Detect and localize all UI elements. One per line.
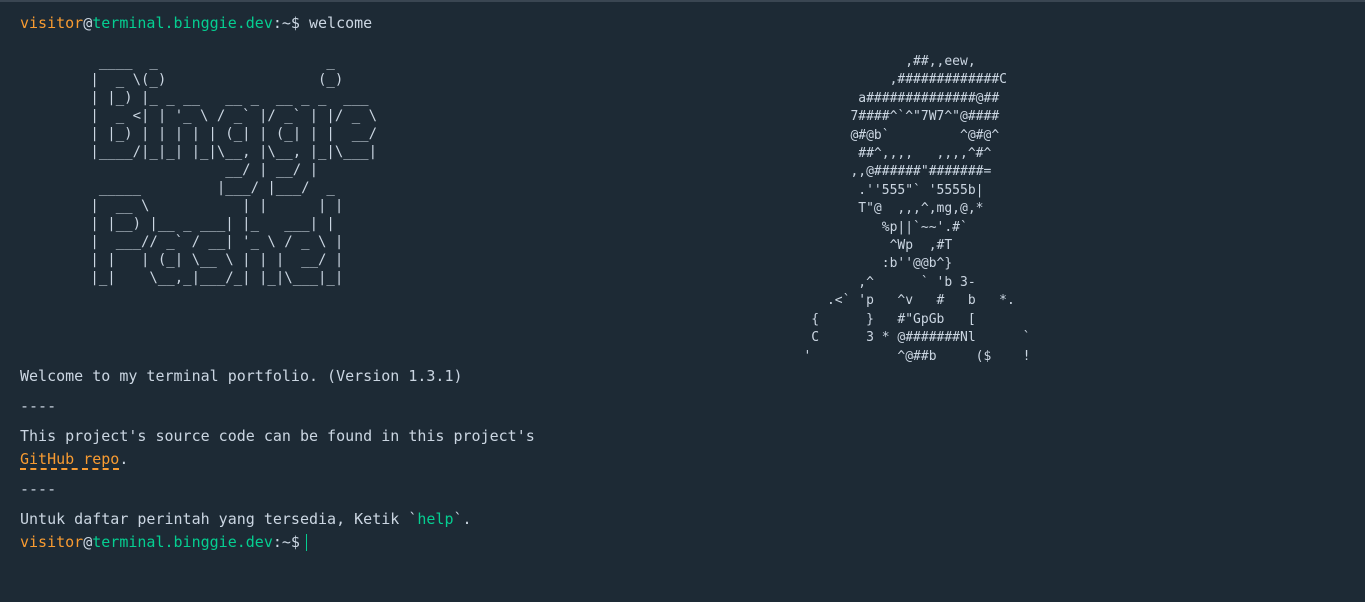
help-prefix: Untuk daftar perintah yang tersedia, Ket… [20,510,418,528]
active-prompt-line: visitor@terminal.binggie.dev:~$ [20,531,1350,554]
prompt-path: :~$ [272,14,300,32]
help-line: Untuk daftar perintah yang tersedia, Ket… [20,508,1350,531]
terminal-output: visitor@terminal.binggie.dev:~$ welcome … [20,12,1350,554]
prompt-at: @ [83,14,93,32]
github-line: GitHub repo. [20,448,1350,471]
separator: ---- [20,397,57,415]
help-suffix: `. [453,510,472,528]
prompt-line: visitor@terminal.binggie.dev:~$ welcome [20,12,1350,35]
ascii-art-section: ____ _ _ | _ \(_) (_) | |_) |_ _ __ __ _… [20,35,1350,365]
help-command: help [417,510,454,528]
prompt-user: visitor [20,14,84,32]
github-repo-link[interactable]: GitHub repo [20,450,120,470]
prompt-user: visitor [20,533,84,551]
prompt-path: :~$ [272,533,300,551]
history-command: welcome [309,14,373,32]
link-suffix: . [119,450,129,468]
source-code-line: This project's source code can be found … [20,427,535,445]
welcome-line: Welcome to my terminal portfolio. (Versi… [20,367,463,385]
ascii-portrait: ,##,,eew, ,#############C a#############… [803,54,1031,364]
prompt-at: @ [83,533,93,551]
separator: ---- [20,480,57,498]
prompt-host: terminal.binggie.dev [92,14,273,32]
command-input[interactable] [306,533,907,551]
ascii-logo: ____ _ _ | _ \(_) (_) | |_) |_ _ __ __ _… [90,54,378,286]
prompt-host: terminal.binggie.dev [92,533,273,551]
